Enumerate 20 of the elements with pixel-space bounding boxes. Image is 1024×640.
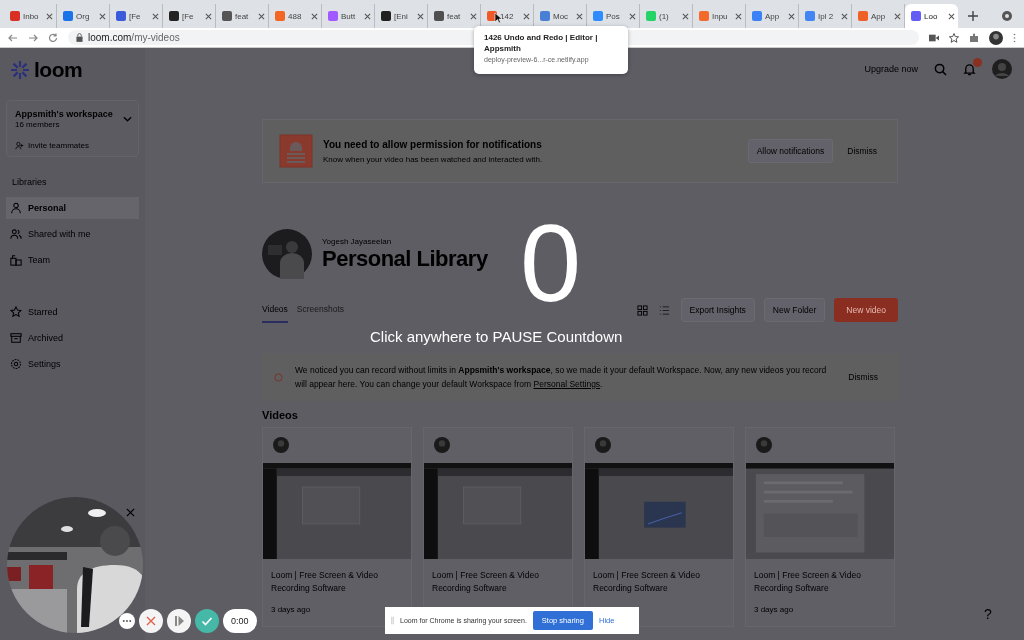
video-title: Loom | Free Screen & Video Recording Software (270, 569, 379, 595)
video-date: 3 days ago (753, 604, 795, 614)
library-title: Personal Library (322, 245, 488, 272)
countdown-hint: Click anywhere to PAUSE Countdown (370, 328, 623, 345)
countdown-number: 0 (520, 208, 582, 318)
video-title: Loom | Free Screen & Video Recording Software (592, 569, 701, 595)
workspace-name: Appsmith's workspace (15, 109, 114, 119)
video-title: Loom | Free Screen & Video Recording Software (431, 569, 540, 595)
tooltip-title: 1426 Undo and Redo | Editor | Appsmith (484, 32, 599, 54)
section-heading: Libraries (12, 177, 48, 187)
notice-text: Know when your video has been watched and interacted with. (323, 154, 544, 164)
owner-name: Yogesh Jayaseelan (322, 236, 393, 246)
logo-text: loom (34, 58, 83, 82)
notice-text: We noticed you can record without limits in Appsmith's workspace, so we made it your default Workspace. Now, any new videos you record will appear here. You can change your default Workspace from Personal Settings. (295, 364, 828, 391)
video-title: Loom | Free Screen & Video Recording Software (753, 569, 862, 595)
notice-title: You need to allow permission for notifications (323, 138, 543, 150)
recording-timer: 0:00 (223, 609, 257, 633)
video-date: 3 days ago (270, 604, 312, 614)
member-count: 16 members (15, 120, 61, 129)
section-heading: Videos (262, 409, 299, 421)
